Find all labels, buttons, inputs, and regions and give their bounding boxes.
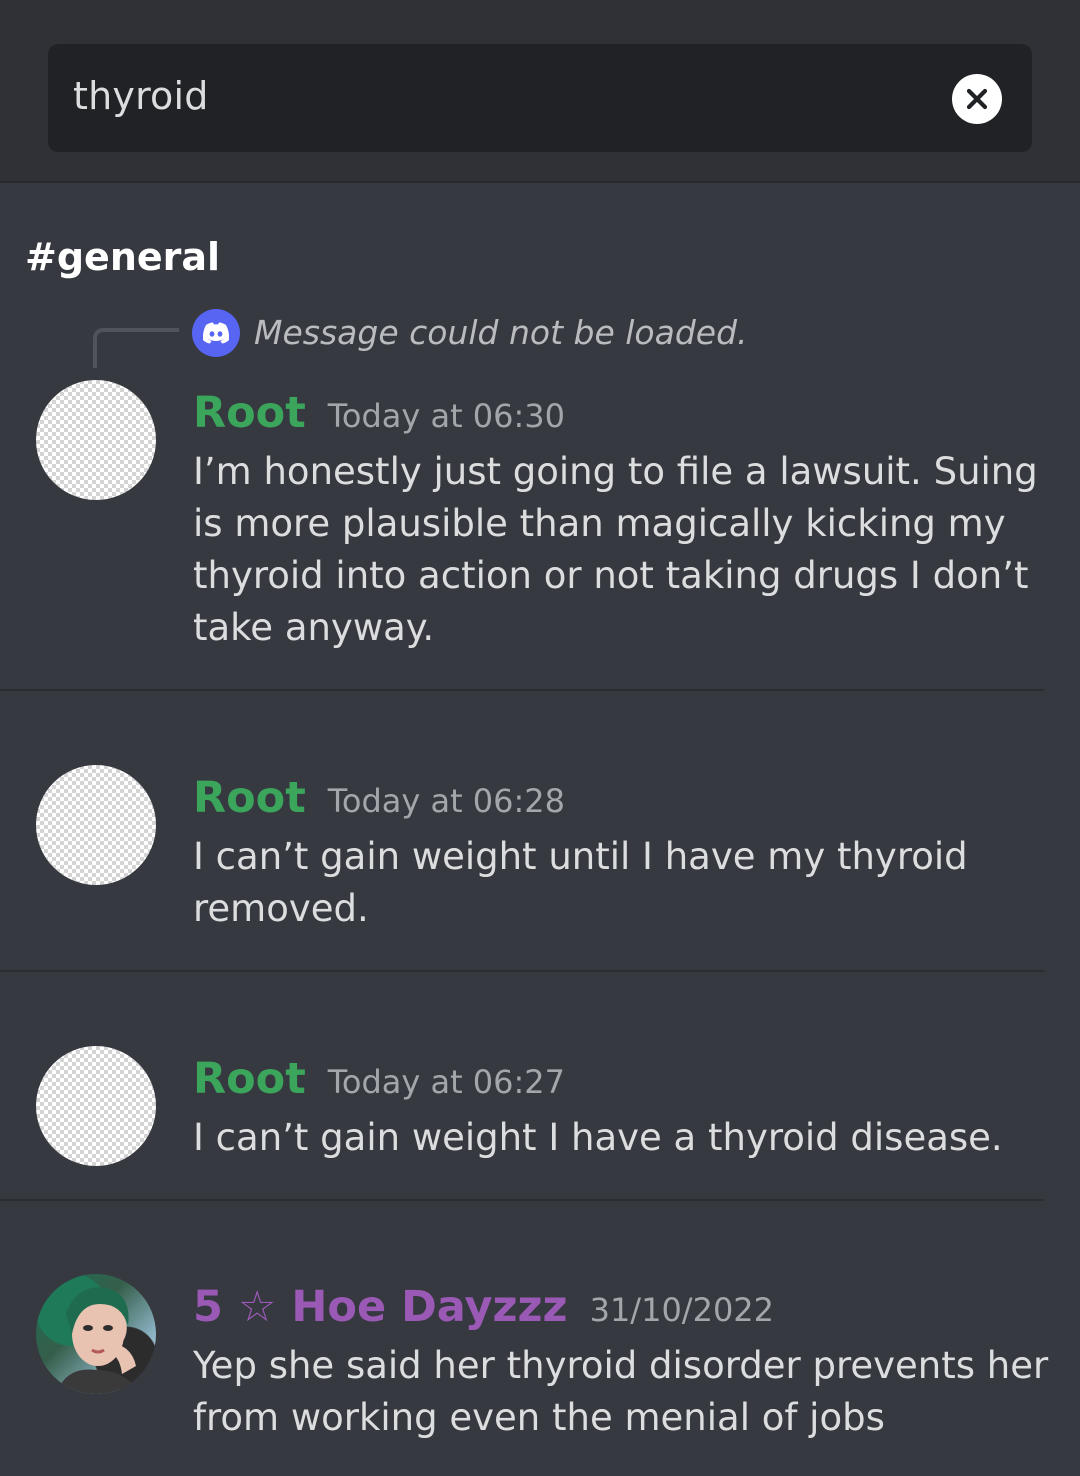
avatar[interactable] xyxy=(36,1274,156,1394)
divider xyxy=(0,970,1044,972)
close-icon xyxy=(966,88,988,110)
username[interactable]: Root xyxy=(193,1054,306,1104)
divider xyxy=(0,1199,1044,1201)
channel-name[interactable]: #general xyxy=(25,235,220,279)
timestamp: Today at 06:27 xyxy=(327,1063,566,1101)
search-results: #general Message could not be loaded. Ro… xyxy=(0,185,1080,1476)
clear-search-button[interactable] xyxy=(952,74,1002,124)
message-content: I can’t gain weight until I have my thyr… xyxy=(193,835,968,930)
username[interactable]: Root xyxy=(193,773,306,823)
avatar[interactable] xyxy=(36,380,156,500)
message-content: I’m honestly just going to file a lawsui… xyxy=(193,450,1038,649)
username[interactable]: Root xyxy=(193,388,306,438)
search-query[interactable]: thyroid xyxy=(73,74,209,118)
timestamp: Today at 06:28 xyxy=(327,782,566,820)
search-header: thyroid xyxy=(0,0,1080,183)
search-input[interactable]: thyroid xyxy=(48,44,1032,152)
timestamp: 31/10/2022 xyxy=(589,1291,775,1329)
divider xyxy=(0,689,1044,691)
avatar[interactable] xyxy=(36,765,156,885)
message-content: Yep she said her thyroid disorder preven… xyxy=(193,1344,1049,1439)
reply-preview[interactable]: Message could not be loaded. xyxy=(254,313,748,352)
username[interactable]: 5 ☆ Hoe Dayzzz xyxy=(193,1282,568,1332)
avatar[interactable] xyxy=(36,1046,156,1166)
profile-photo xyxy=(56,1287,140,1394)
message-content: I can’t gain weight I have a thyroid dis… xyxy=(193,1116,1003,1159)
reply-connector xyxy=(93,328,179,368)
discord-logo-icon xyxy=(192,309,240,357)
timestamp: Today at 06:30 xyxy=(327,397,566,435)
